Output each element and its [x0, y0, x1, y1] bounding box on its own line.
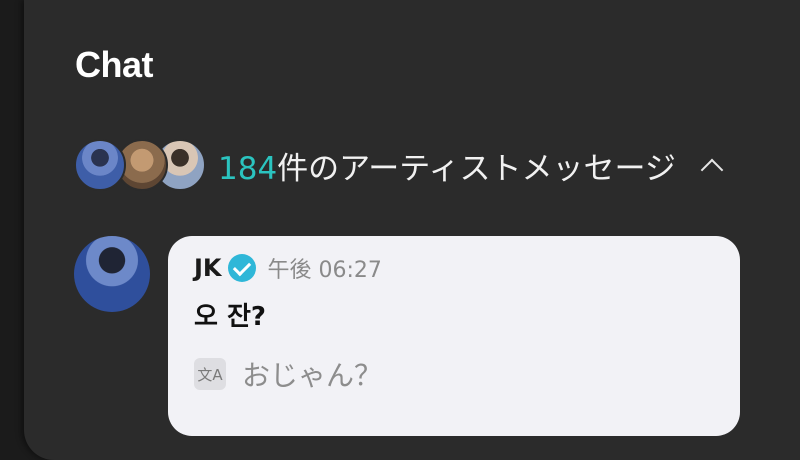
page-title: Chat [75, 44, 154, 85]
artist-messages-toggle[interactable]: 184件のアーティストメッセージ [74, 138, 722, 192]
artist-count-number: 184 [218, 150, 278, 187]
message-meta: JK 午後 06:27 [194, 252, 382, 284]
chevron-up-icon[interactable] [700, 154, 722, 176]
message-text: 오 잔? [194, 302, 266, 332]
translated-text: おじゃん？ [242, 359, 383, 392]
artist-message-count: 184件のアーティストメッセージ [218, 143, 676, 188]
translation-row[interactable]: 文A おじゃん？ [194, 354, 382, 394]
verified-badge-icon [227, 254, 256, 282]
avatar [74, 139, 126, 191]
message-timestamp: 午後 06:27 [267, 258, 382, 283]
message-bubble: JK 午後 06:27 오 잔? 文A おじゃん？ [168, 236, 740, 436]
translate-icon[interactable]: 文A [194, 358, 226, 390]
artist-count-label: 件のアーティストメッセージ [277, 150, 676, 187]
artist-avatar-stack [74, 138, 206, 192]
sender-name[interactable]: JK [194, 254, 222, 282]
avatar[interactable] [74, 236, 150, 312]
